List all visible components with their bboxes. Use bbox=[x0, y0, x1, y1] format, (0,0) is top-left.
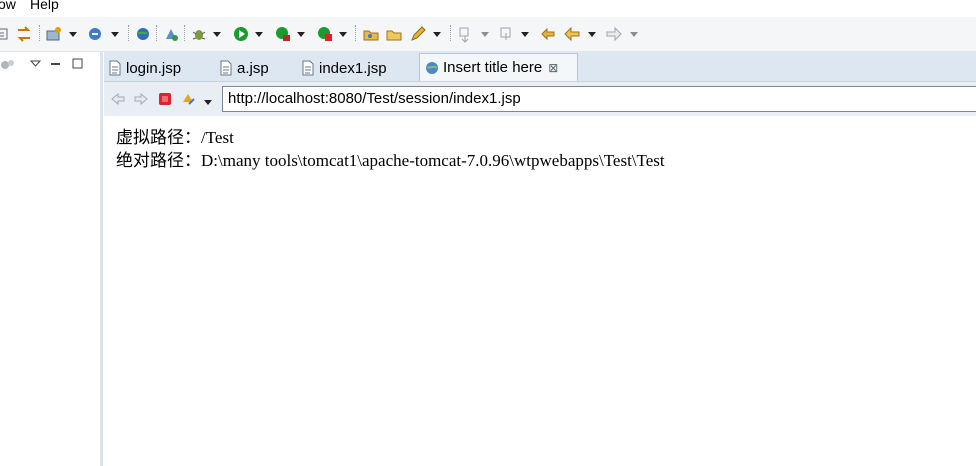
tab-login-jsp[interactable]: login.jsp bbox=[108, 55, 208, 81]
pencil-icon[interactable] bbox=[409, 25, 427, 43]
close-tab-icon[interactable]: ⊠ bbox=[548, 61, 558, 75]
jsp-file-icon bbox=[220, 60, 232, 76]
open-folder-icon[interactable] bbox=[362, 25, 380, 43]
browser-back-icon[interactable] bbox=[110, 90, 126, 108]
dropdown-arrow-icon[interactable] bbox=[203, 93, 213, 111]
tab-label: index1.jsp bbox=[319, 59, 387, 77]
dropdown-arrow-icon[interactable] bbox=[254, 25, 264, 43]
browser-stop-icon[interactable] bbox=[157, 90, 173, 108]
tab-index1-jsp[interactable]: index1.jsp bbox=[301, 55, 406, 81]
dropdown-arrow-icon[interactable] bbox=[296, 25, 306, 43]
view-icon bbox=[0, 58, 16, 75]
virtual-path-label: 虚拟路径： bbox=[116, 128, 201, 147]
tab-insert-title-here[interactable]: Insert title here ⊠ bbox=[419, 53, 578, 81]
tab-label: Insert title here bbox=[443, 59, 543, 76]
dropdown-arrow-icon[interactable] bbox=[68, 25, 78, 43]
dropdown-arrow-icon[interactable] bbox=[338, 25, 348, 43]
view-menu-icon[interactable] bbox=[29, 58, 42, 73]
new-server-icon[interactable] bbox=[45, 25, 63, 43]
dropdown-arrow-icon[interactable] bbox=[212, 25, 222, 43]
menu-item-help[interactable]: Help bbox=[30, 0, 59, 12]
main-toolbar bbox=[0, 17, 976, 52]
browser-refresh-icon[interactable] bbox=[180, 90, 196, 108]
annotation-icon[interactable] bbox=[456, 25, 474, 43]
dropdown-arrow-icon[interactable] bbox=[587, 25, 597, 43]
browser-address-bar: http://localhost:8080/Test/session/index… bbox=[104, 81, 976, 116]
dropdown-arrow-icon[interactable] bbox=[110, 25, 120, 43]
absolute-path-row: 绝对路径：D:\many tools\tomcat1\apache-tomcat… bbox=[116, 149, 665, 172]
jsp-file-icon bbox=[109, 60, 121, 76]
browser-forward-icon[interactable] bbox=[133, 90, 149, 108]
maximize-icon[interactable] bbox=[72, 58, 84, 73]
last-edit-icon[interactable] bbox=[539, 25, 557, 43]
dropdown-arrow-icon[interactable] bbox=[432, 25, 442, 43]
absolute-path-label: 绝对路径： bbox=[116, 151, 201, 170]
menu-bar: ow Help bbox=[0, 0, 976, 14]
stop-server-icon[interactable] bbox=[316, 25, 334, 43]
editor-area: login.jsp a.jsp index1.jsp Insert title … bbox=[104, 52, 976, 466]
tab-a-jsp[interactable]: a.jsp bbox=[219, 55, 289, 81]
debug-perspective-icon[interactable] bbox=[0, 25, 10, 43]
spring-icon[interactable] bbox=[87, 25, 105, 43]
left-view-panel bbox=[0, 52, 103, 466]
dropdown-arrow-icon[interactable] bbox=[520, 25, 530, 43]
virtual-path-row: 虚拟路径：/Test bbox=[116, 126, 665, 149]
run-external-icon[interactable] bbox=[162, 25, 180, 43]
editor-tab-strip: login.jsp a.jsp index1.jsp Insert title … bbox=[104, 52, 976, 81]
minimize-icon[interactable] bbox=[50, 58, 62, 73]
coverage-icon[interactable] bbox=[274, 25, 292, 43]
next-annotation-icon[interactable] bbox=[498, 25, 516, 43]
browser-globe-icon bbox=[426, 61, 438, 74]
open-file-icon[interactable] bbox=[385, 25, 403, 43]
globe-icon[interactable] bbox=[134, 25, 152, 43]
back-icon[interactable] bbox=[563, 25, 581, 43]
absolute-path-value: D:\many tools\tomcat1\apache-tomcat-7.0.… bbox=[201, 151, 665, 170]
menu-item-window[interactable]: ow bbox=[0, 0, 16, 12]
virtual-path-value: /Test bbox=[201, 128, 234, 147]
switch-icon[interactable] bbox=[15, 25, 33, 43]
tab-label: login.jsp bbox=[126, 59, 182, 77]
run-icon[interactable] bbox=[232, 25, 250, 43]
dropdown-arrow-icon[interactable] bbox=[480, 25, 490, 43]
tab-label: a.jsp bbox=[237, 59, 269, 77]
forward-icon[interactable] bbox=[605, 25, 623, 43]
dropdown-arrow-icon[interactable] bbox=[629, 25, 639, 43]
jsp-file-icon bbox=[302, 60, 314, 76]
url-input[interactable]: http://localhost:8080/Test/session/index… bbox=[222, 86, 976, 112]
page-content: 虚拟路径：/Test 绝对路径：D:\many tools\tomcat1\ap… bbox=[116, 126, 665, 172]
bug-icon[interactable] bbox=[190, 25, 208, 43]
